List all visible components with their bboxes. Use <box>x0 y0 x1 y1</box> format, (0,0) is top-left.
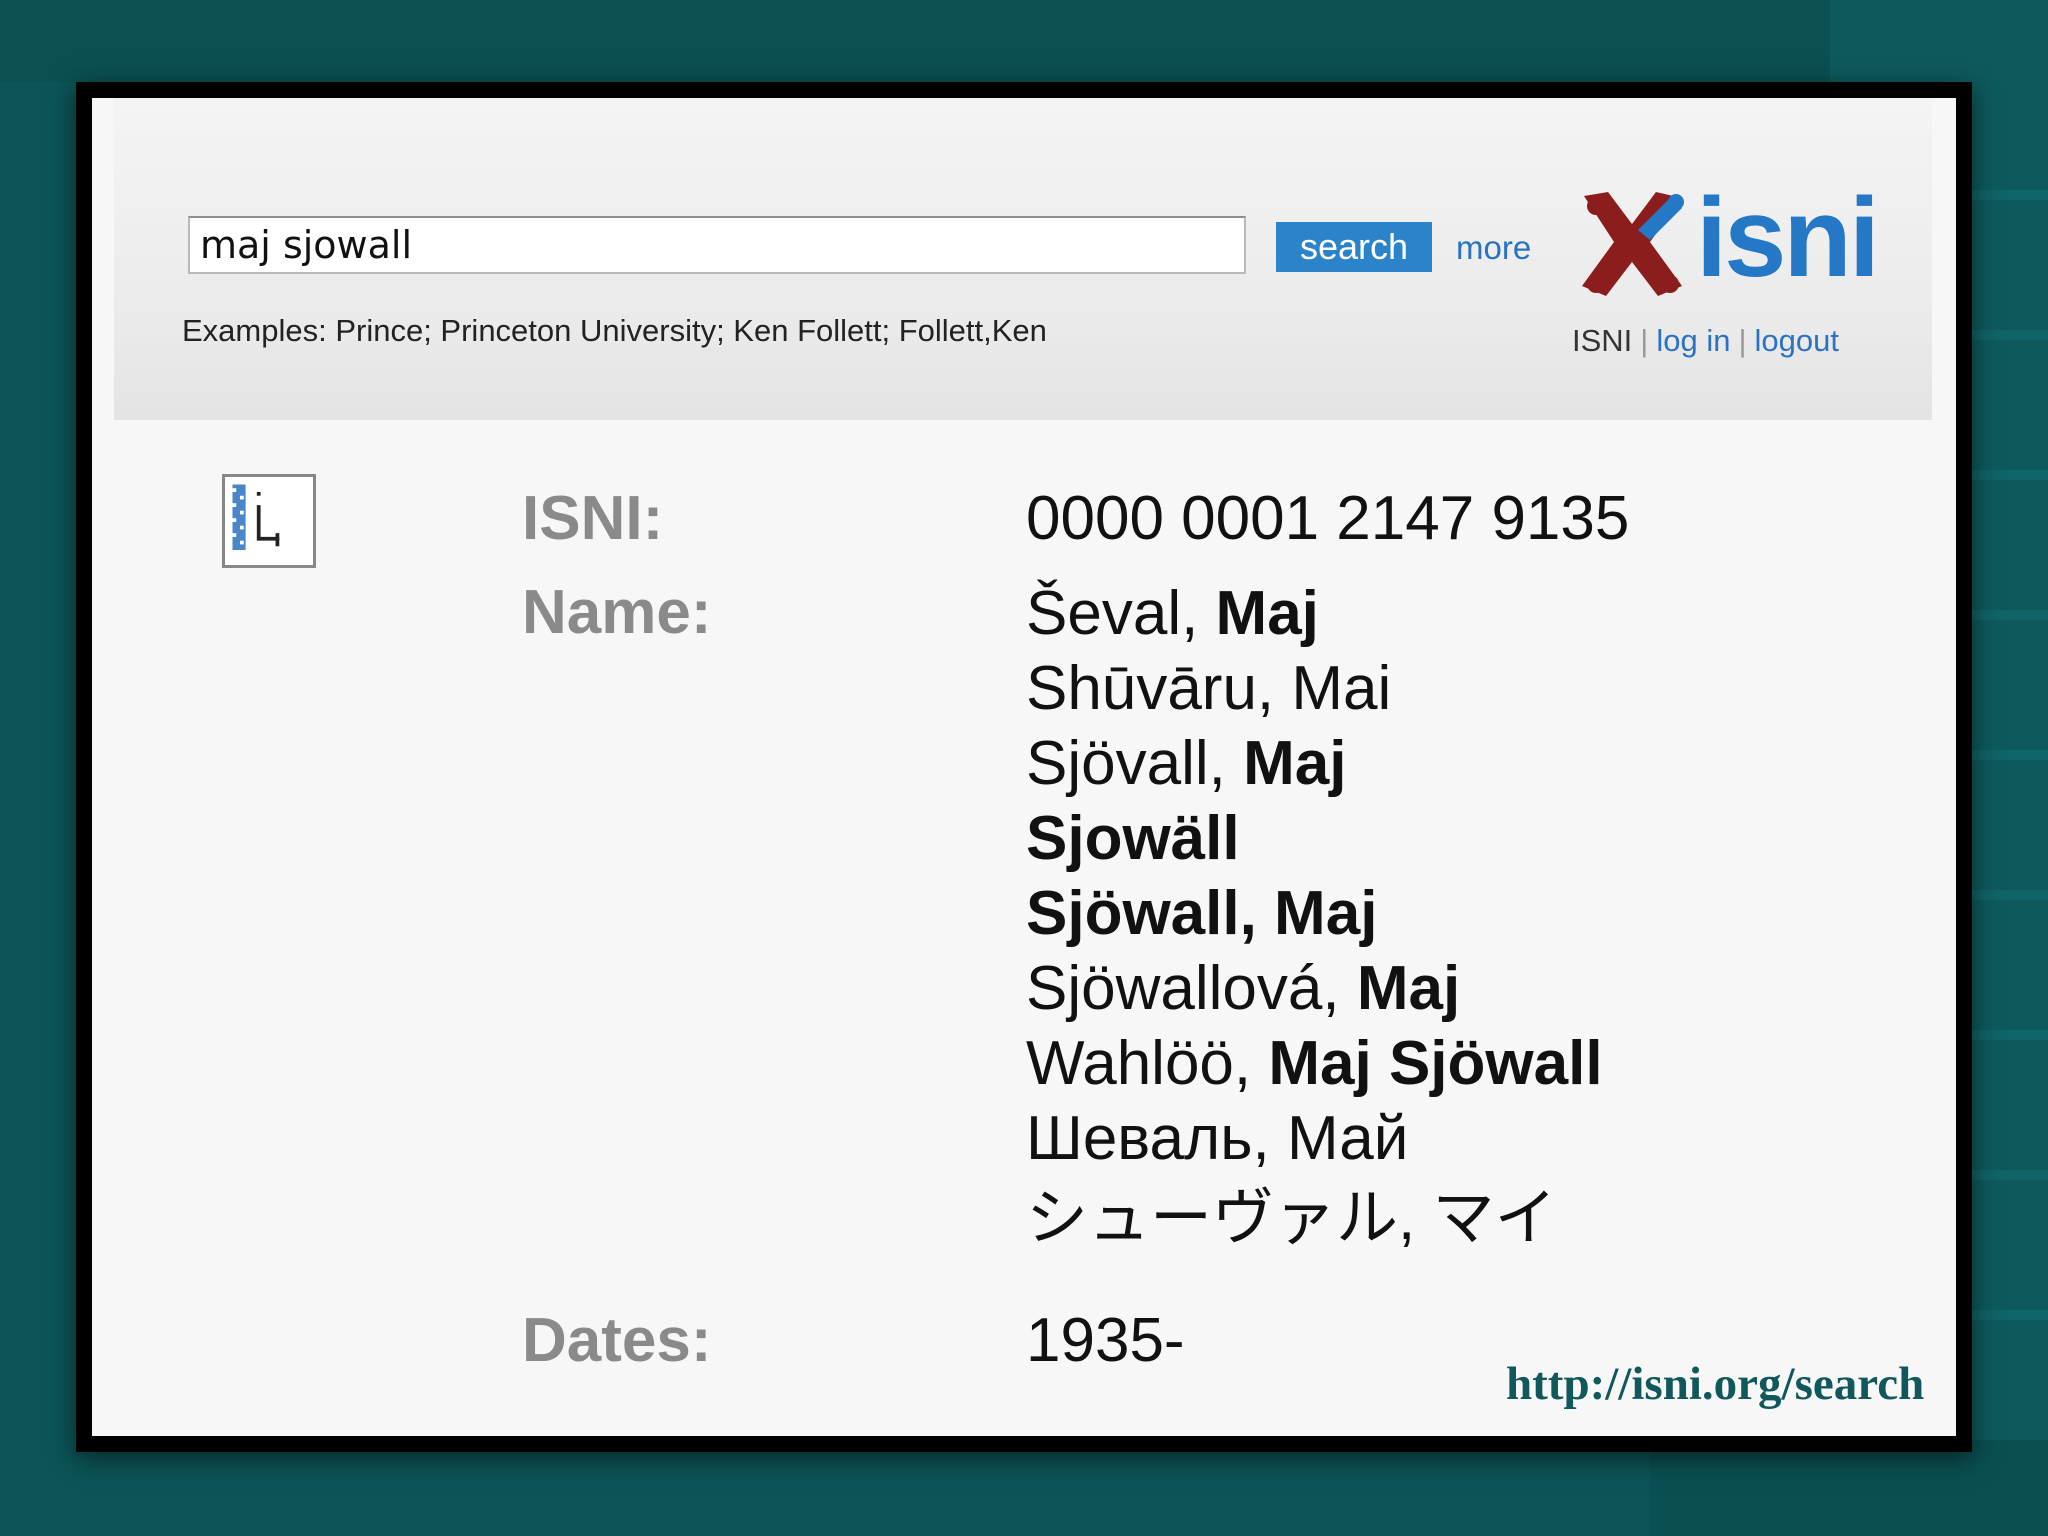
name-label: Name: <box>522 578 712 647</box>
background-stripe <box>1960 610 2048 620</box>
background-stripe <box>1960 890 2048 900</box>
background-stripe <box>1960 1030 2048 1040</box>
background-stripe <box>1960 470 2048 480</box>
background-stripe <box>1960 1170 2048 1180</box>
link-separator: | <box>1640 323 1649 358</box>
header-links: ISNI | log in | logout <box>1572 320 1839 362</box>
name-variant: Sjövall, Maj <box>1026 729 1347 798</box>
dates-label: Dates: <box>522 1306 712 1375</box>
isni-logo-icon <box>1582 192 1684 296</box>
isni-logo-text[interactable]: isni <box>1696 176 1880 300</box>
dates-value: 1935- <box>1026 1306 1185 1375</box>
name-variant: Ševal, Maj <box>1026 579 1319 648</box>
background-bottom <box>1650 1440 2048 1536</box>
name-variant: Sjowäll <box>1026 804 1240 873</box>
name-variant: シューヴァル, マイ <box>1026 1184 1557 1253</box>
name-variant: Wahlöö, Maj Sjöwall <box>1026 1029 1603 1098</box>
name-list: Ševal, Maj Shūvāru, Mai Sjövall, Maj Sjo… <box>1026 576 1603 1262</box>
name-variant: Sjöwallová, Maj <box>1026 954 1461 1023</box>
search-examples: Examples: Prince; Princeton University; … <box>182 313 1047 348</box>
logout-link[interactable]: logout <box>1755 323 1839 358</box>
link-separator: | <box>1738 323 1747 358</box>
search-input[interactable]: maj sjowall <box>188 216 1246 274</box>
isni-label: ISNI: <box>522 484 664 553</box>
name-variant: Shūvāru, Mai <box>1026 654 1392 723</box>
background-stripe <box>1960 1310 2048 1320</box>
background-stripe <box>1960 750 2048 760</box>
background-stripe <box>1960 330 2048 340</box>
more-link[interactable]: more <box>1456 226 1531 270</box>
background-stripe <box>1960 190 2048 200</box>
name-variant: Sjöwall, Maj <box>1026 879 1378 948</box>
login-link[interactable]: log in <box>1656 323 1730 358</box>
source-url: http://isni.org/search <box>1506 1358 1925 1410</box>
isni-link[interactable]: ISNI <box>1572 323 1632 358</box>
name-variant: Шеваль, Май <box>1026 1104 1409 1173</box>
document-icon[interactable] <box>222 474 316 568</box>
background-top <box>0 0 2048 82</box>
isni-value: 0000 0001 2147 9135 <box>1026 484 1630 553</box>
search-button[interactable]: search <box>1276 222 1432 272</box>
